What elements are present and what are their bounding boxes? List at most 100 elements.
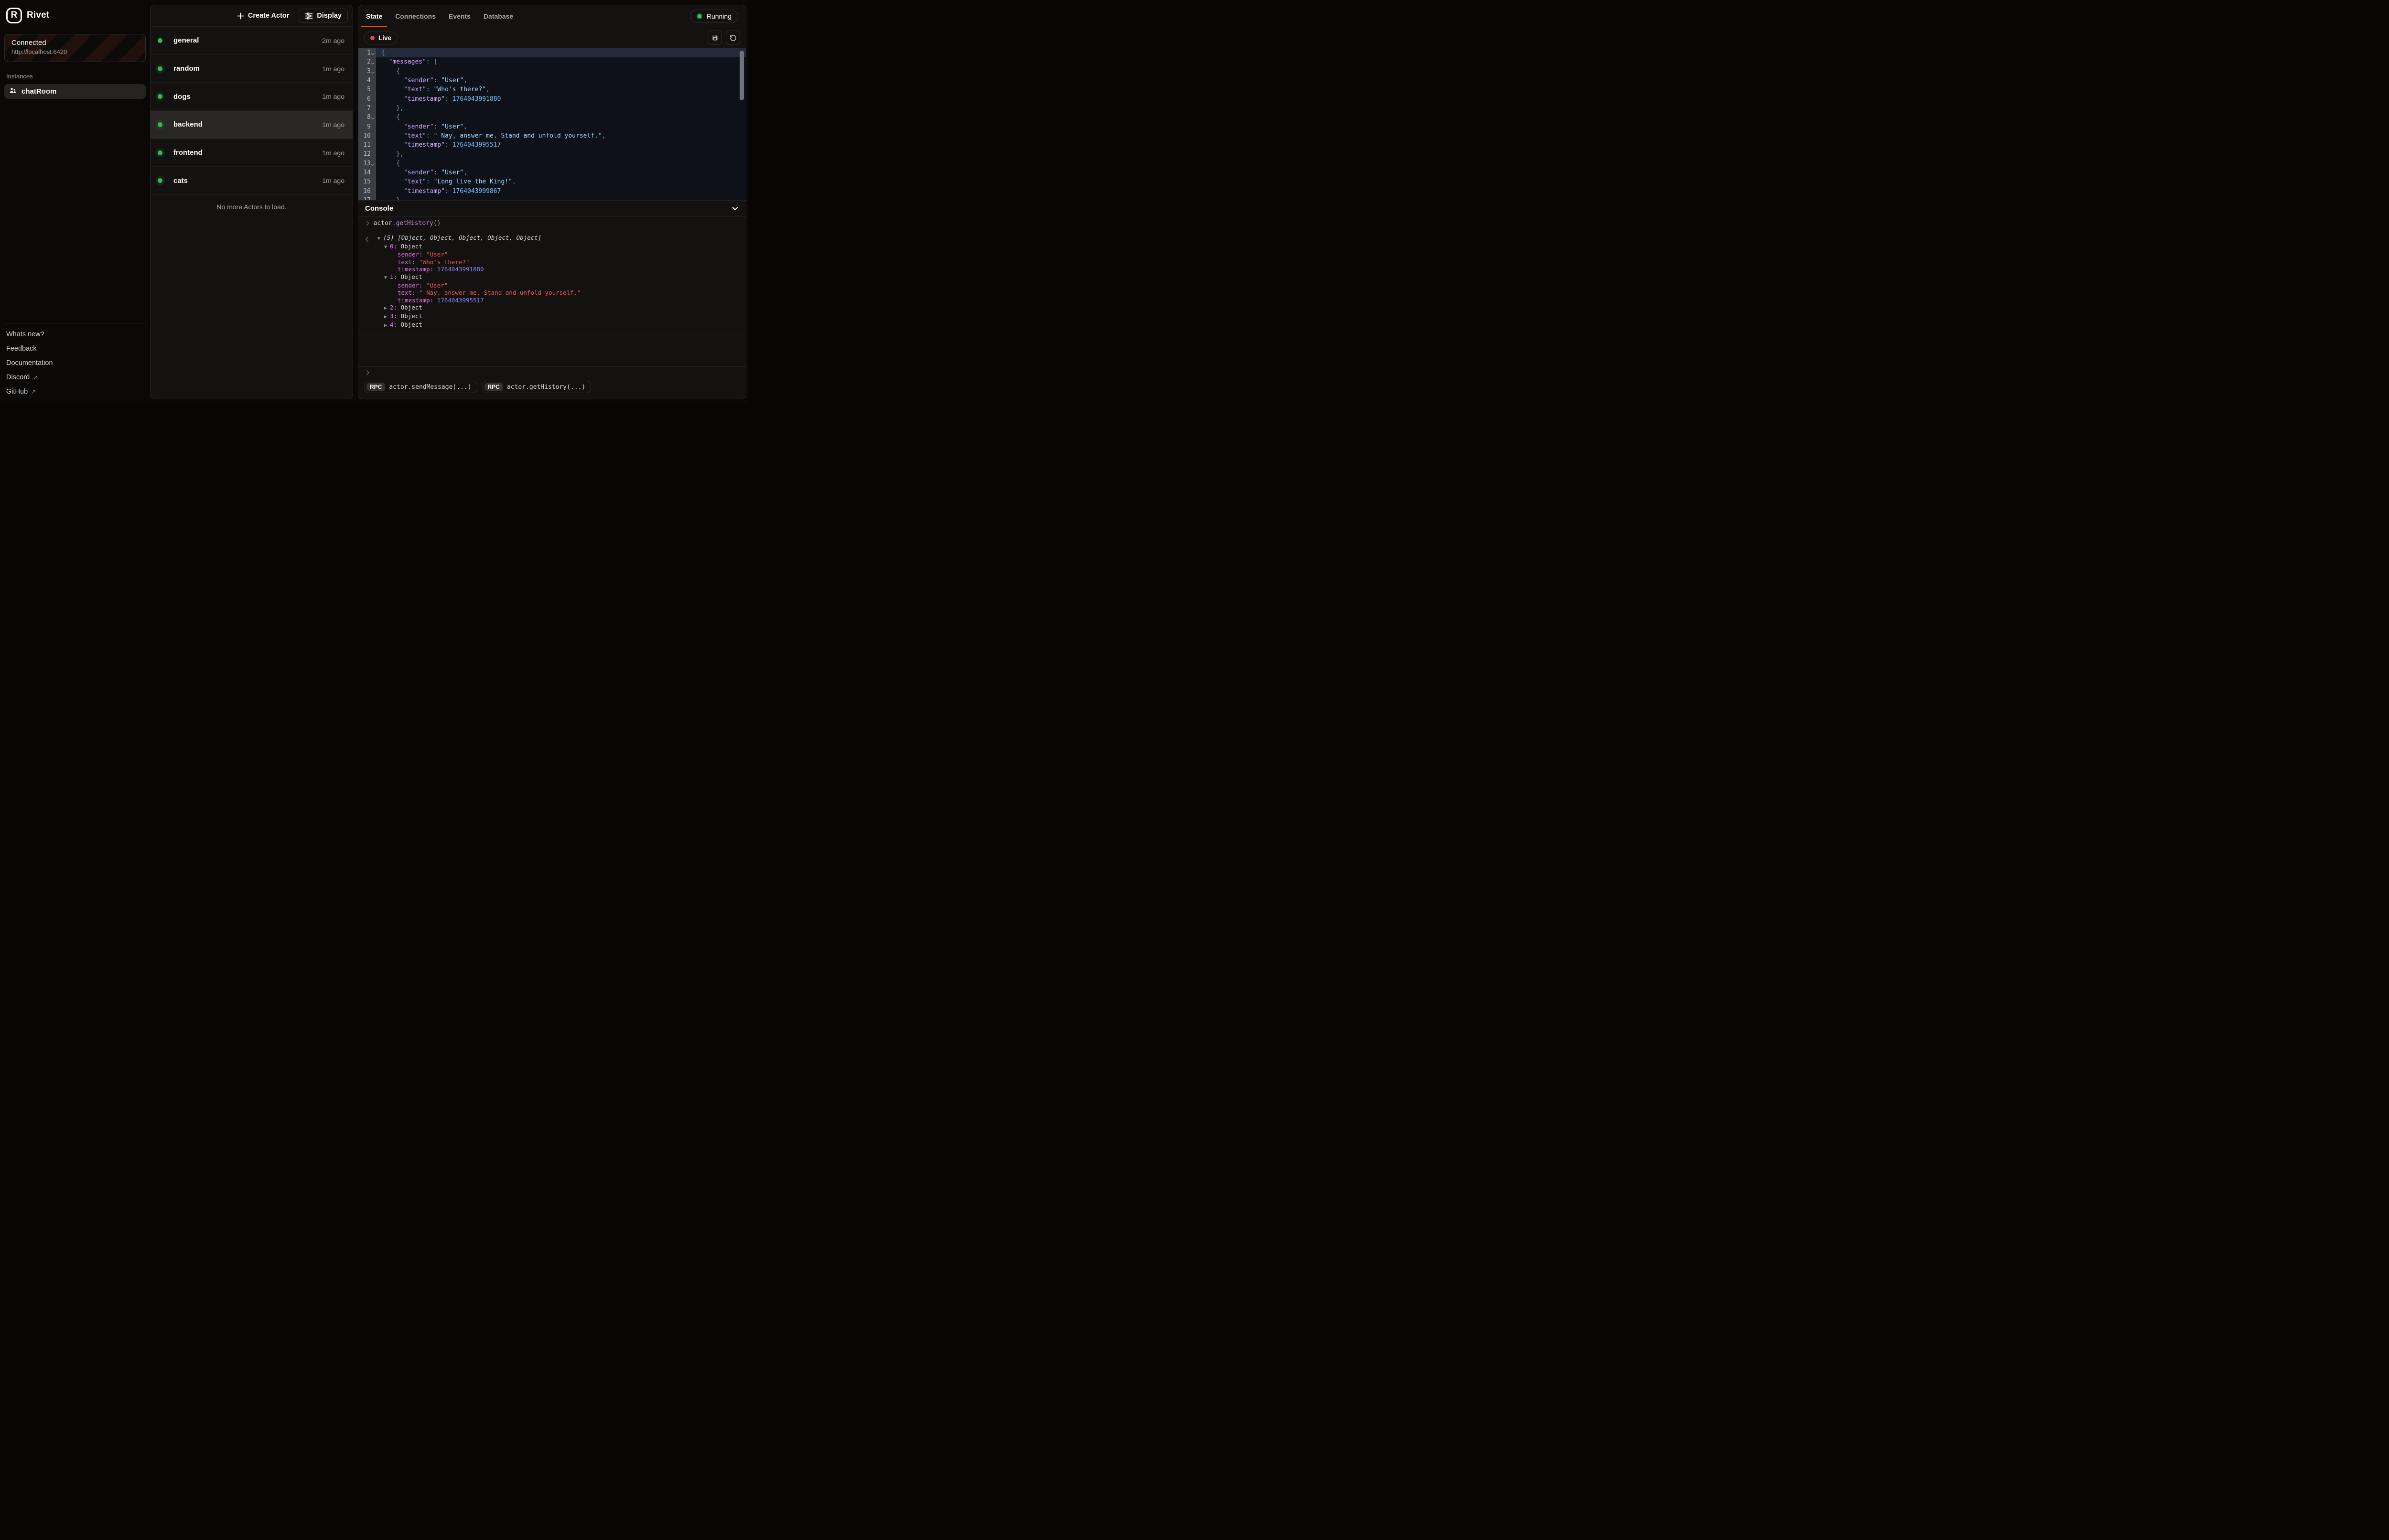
state-editor[interactable]: 1{2 "messages": [3 {4 "sender": "User",5… [358,48,746,200]
console-entry: timestamp: 1764043995517 [365,297,739,304]
rivet-logo-icon: R [6,8,22,23]
editor-line: 5 "text": "Who's there?", [358,85,746,94]
console-input-row[interactable] [358,366,746,377]
console-entry: ▼ 0: Object [365,243,739,251]
code-line: "messages": [ [376,57,746,66]
line-number: 17 [363,197,371,200]
live-badge[interactable]: Live [364,32,398,44]
sidebar-link-label: GitHub [6,388,28,396]
fold-chevron-icon[interactable] [371,61,374,64]
fold-chevron-icon[interactable] [371,162,374,165]
inspector-panel: StateConnectionsEventsDatabase Running L… [358,5,746,399]
return-value-icon [366,235,370,243]
sidebar: R Rivet Connected http://localhost:6420 … [0,0,150,404]
app-root: R Rivet Connected http://localhost:6420 … [0,0,749,404]
actor-name: dogs [173,93,191,101]
line-number: 13 [363,160,371,167]
actor-row[interactable]: dogs 1m ago [151,83,353,111]
rpc-chip: RPC [366,383,385,391]
actor-row[interactable]: frontend1m ago [151,139,353,167]
editor-gutter: 11 [358,140,376,150]
editor-line: 16 "timestamp": 1764043999867 [358,186,746,195]
create-actor-label: Create Actor [248,12,290,20]
console-collapse-button[interactable] [731,204,739,213]
editor-gutter: 16 [358,186,376,195]
prompt-chevron-icon [365,221,369,225]
editor-scrollbar[interactable] [740,51,744,100]
sidebar-links: Whats new?FeedbackDocumentationDiscord↗G… [4,327,146,399]
sidebar-link-feedback[interactable]: Feedback [4,342,146,356]
actor-row[interactable]: cats1m ago [151,167,353,195]
console-spacer [358,334,746,366]
brand-name: Rivet [27,10,49,21]
reset-state-button[interactable] [726,31,740,45]
tab-events[interactable]: Events [449,5,471,27]
console-panel: Console actor.getHistory() ▼ (5) [Object… [358,200,746,399]
actor-last-active: 2m ago [322,37,344,44]
rpc-code-label: actor.sendMessage(...) [389,384,471,391]
tab-state[interactable]: State [366,5,382,27]
fold-chevron-icon[interactable] [371,70,374,73]
editor-gutter: 10 [358,131,376,140]
console-entry: ▶ 3: Object [365,312,739,321]
editor-gutter: 8 [358,113,376,122]
actors-header: Create Actor Display [151,5,353,27]
sliders-icon [305,12,313,20]
actor-last-active: 1m ago [322,93,344,100]
save-state-button[interactable] [708,31,722,45]
editor-gutter: 15 [358,177,376,186]
editor-gutter: 14 [358,168,376,177]
running-dot-icon [697,13,702,19]
rpc-code-label: actor.getHistory(...) [507,384,585,391]
console-output: ▼ (5) [Object, Object, Object, Object, O… [358,230,746,334]
console-entry: timestamp: 1764043991880 [365,266,739,273]
create-actor-button[interactable]: Create Actor [234,9,292,22]
console-entry: sender: "User" [365,282,739,289]
editor-line: 9 "sender": "User", [358,122,746,131]
code-line: "sender": "User", [376,168,746,177]
line-number: 2 [367,58,371,65]
tab-connections[interactable]: Connections [395,5,436,27]
actor-row[interactable]: backend1m ago [151,111,353,139]
sidebar-link-discord[interactable]: Discord↗ [4,370,146,385]
toolbar-actions [708,31,740,45]
actor-row[interactable]: random1m ago [151,55,353,83]
code-line: "text": " Nay, answer me. Stand and unfo… [376,131,746,140]
sidebar-link-whats-new[interactable]: Whats new? [4,327,146,342]
sidebar-item-instance[interactable]: chatRoom [4,84,146,99]
connection-status-card: Connected http://localhost:6420 [4,34,146,62]
actor-status-dot-icon [158,122,162,127]
rpc-suggestions-row: RPC actor.sendMessage(...) RPCactor.getHis… [358,377,746,399]
chevron-down-icon [731,204,739,213]
actors-panel: Create Actor Display general2m agorandom… [150,5,353,399]
console-entry: ▼ 1: Object [365,273,739,282]
sidebar-link-github[interactable]: GitHub↗ [4,385,146,399]
line-number: 16 [363,188,371,195]
rpc-suggestion-button[interactable]: RPCactor.getHistory(...) [482,381,592,393]
console-command: actor.getHistory() [374,220,441,227]
display-button[interactable]: Display [299,9,348,23]
line-number: 4 [367,77,371,84]
rpc-suggestion-button[interactable]: RPC actor.sendMessage(...) [364,381,477,393]
editor-line: 11 "timestamp": 1764043995517 [358,140,746,150]
editor-gutter: 13 [358,159,376,168]
code-line: }, [376,104,746,113]
editor-gutter: 3 [358,67,376,76]
fold-chevron-icon[interactable] [371,117,374,119]
sidebar-link-label: Documentation [6,359,53,367]
code-line: "text": "Who's there?", [376,85,746,94]
actor-name: random [173,64,200,73]
tab-database[interactable]: Database [484,5,513,27]
editor-line: 12 }, [358,150,746,159]
sidebar-link-documentation[interactable]: Documentation [4,356,146,370]
actor-status-dot-icon [158,150,162,155]
code-line: }, [376,150,746,159]
actor-name: cats [173,177,188,185]
console-header[interactable]: Console [358,201,746,216]
fold-chevron-icon[interactable] [371,52,374,54]
console-entry: ▶ 4: Object [365,321,739,330]
editor-line: 14 "sender": "User", [358,168,746,177]
line-number: 7 [367,105,371,112]
actor-row[interactable]: general2m ago [151,27,353,55]
editor-lines: 1{2 "messages": [3 {4 "sender": "User",5… [358,48,746,200]
